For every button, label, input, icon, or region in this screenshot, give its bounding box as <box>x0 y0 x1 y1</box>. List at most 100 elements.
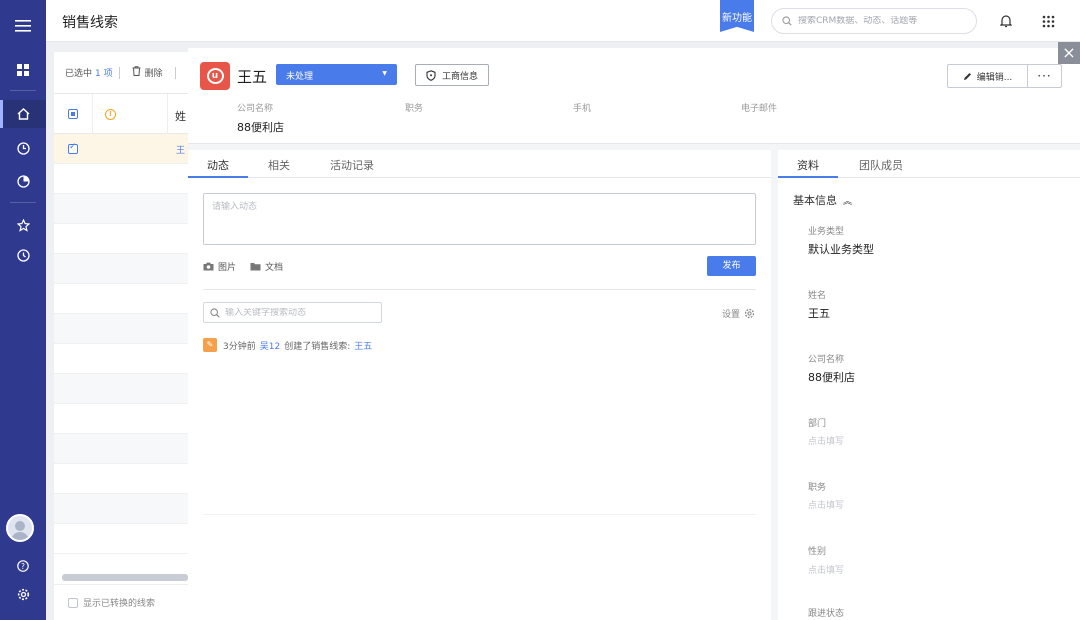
detail-header: u 王五 未处理 工商信息 编辑销... ··· 公司名称 职务 手机 电子邮件… <box>188 48 1080 144</box>
activity-search-input[interactable] <box>225 307 375 318</box>
company-value: 88便利店 <box>237 121 284 134</box>
selected-count: 1 项 <box>95 69 113 79</box>
activity-search[interactable] <box>203 302 382 323</box>
table-row <box>54 404 188 434</box>
pie-chart-icon[interactable] <box>0 167 46 195</box>
field-label: 公司名称 <box>808 355 845 365</box>
row-checkbox[interactable] <box>68 142 78 154</box>
field-label: 性别 <box>808 547 827 557</box>
chevron-up-icon: ︽ <box>843 197 853 207</box>
table-row <box>54 284 188 314</box>
new-feature-badge[interactable]: 新功能 <box>720 0 754 32</box>
field-label: 跟进状态 <box>808 609 845 619</box>
folder-icon <box>250 263 261 271</box>
edit-button-group: 编辑销... ··· <box>947 64 1062 88</box>
table-row <box>54 524 188 554</box>
show-converted-checkbox[interactable] <box>68 597 78 608</box>
more-actions-button[interactable]: ··· <box>1028 65 1061 87</box>
clock-chart-icon[interactable] <box>0 134 46 162</box>
user-avatar[interactable] <box>6 514 34 542</box>
activity-tabs: 动态 相关 活动记录 <box>188 150 771 178</box>
toolbar-divider <box>118 66 120 79</box>
activity-settings-button[interactable]: 设置 <box>722 307 755 320</box>
selected-prefix: 已选中 <box>65 69 93 79</box>
publish-button[interactable]: 发布 <box>707 256 756 276</box>
apps-grid-icon[interactable] <box>1037 10 1059 32</box>
position-label: 职务 <box>405 104 424 114</box>
edit-label: 编辑销... <box>976 72 1013 83</box>
search-icon <box>782 16 792 26</box>
left-nav: ? <box>0 0 46 620</box>
basic-info-toggle[interactable]: 基本信息 ︽ <box>793 192 852 208</box>
global-search[interactable] <box>771 8 977 34</box>
attach-image-label: 图片 <box>218 263 237 273</box>
trash-icon[interactable] <box>132 66 141 79</box>
gear-icon[interactable] <box>0 580 46 608</box>
field-placeholder[interactable]: 点击填写 <box>808 563 844 576</box>
lead-name: 王五 <box>237 68 268 86</box>
lead-logo: u <box>200 62 230 90</box>
select-all-checkbox[interactable] <box>68 109 78 119</box>
nav-divider <box>10 90 36 91</box>
home-icon[interactable] <box>0 100 46 128</box>
tab-team-members[interactable]: 团队成员 <box>859 157 903 173</box>
business-info-button[interactable]: 工商信息 <box>415 64 489 86</box>
bell-icon[interactable] <box>995 10 1017 32</box>
tab-related[interactable]: 相关 <box>268 157 290 173</box>
delete-button[interactable]: 删除 <box>145 66 163 79</box>
divider <box>203 514 756 515</box>
table-row <box>54 374 188 404</box>
field-value[interactable]: 王五 <box>808 305 830 321</box>
attach-image-button[interactable]: 图片 <box>203 260 236 273</box>
table-row <box>54 224 188 254</box>
field-placeholder[interactable]: 点击填写 <box>808 434 844 447</box>
horizontal-scrollbar[interactable] <box>62 574 188 581</box>
column-separator <box>167 94 168 134</box>
tab-profile[interactable]: 资料 <box>797 157 819 173</box>
table-row <box>54 314 188 344</box>
column-header-name[interactable]: 姓 <box>175 108 186 124</box>
feed-item: ✎ 3分钟前 吴12 创建了销售线索: 王五 <box>203 338 372 352</box>
help-icon[interactable]: ? <box>0 552 46 580</box>
table-header: ! 姓 <box>54 94 188 134</box>
row-name-link[interactable]: 王 <box>176 143 185 156</box>
history-icon[interactable] <box>0 241 46 269</box>
top-bar: 销售线索 新功能 <box>46 0 1080 42</box>
table-row <box>54 194 188 224</box>
table-row <box>54 164 188 194</box>
table-row <box>54 464 188 494</box>
table-row <box>54 344 188 374</box>
activity-input[interactable] <box>203 193 756 245</box>
menu-icon[interactable] <box>0 12 46 40</box>
edit-button[interactable]: 编辑销... <box>948 65 1028 87</box>
field-value[interactable]: 默认业务类型 <box>808 241 874 257</box>
settings-label: 设置 <box>722 310 741 320</box>
search-icon <box>210 307 220 318</box>
status-dropdown[interactable]: 未处理 <box>276 64 397 85</box>
svg-text:?: ? <box>21 562 25 571</box>
feed-target-link[interactable]: 王五 <box>354 339 372 352</box>
attach-doc-button[interactable]: 文档 <box>250 260 283 273</box>
tab-activity-log[interactable]: 活动记录 <box>330 157 374 173</box>
tab-activity[interactable]: 动态 <box>207 157 229 173</box>
lead-detail-panel: u 王五 未处理 工商信息 编辑销... ··· 公司名称 职务 手机 电子邮件… <box>188 48 1080 620</box>
page-title: 销售线索 <box>62 15 118 31</box>
field-label: 姓名 <box>808 291 827 301</box>
field-label: 部门 <box>808 419 827 429</box>
mobile-label: 手机 <box>573 104 592 114</box>
nav-divider <box>10 202 36 203</box>
company-label: 公司名称 <box>237 104 274 114</box>
feed-user-link[interactable]: 吴12 <box>260 339 280 352</box>
list-toolbar: 已选中 1 项 删除 <box>54 52 188 94</box>
close-panel-button[interactable]: × <box>1058 42 1080 64</box>
field-value[interactable]: 88便利店 <box>808 369 855 385</box>
pencil-icon <box>963 72 971 80</box>
table-row[interactable]: 王 <box>54 134 188 164</box>
star-icon[interactable] <box>0 211 46 239</box>
global-search-input[interactable] <box>798 16 968 26</box>
camera-icon <box>203 262 214 271</box>
field-placeholder[interactable]: 点击填写 <box>808 498 844 511</box>
dashboard-icon[interactable] <box>0 56 46 84</box>
column-separator <box>92 94 93 134</box>
list-footer: 显示已转换的线索 <box>54 584 188 620</box>
